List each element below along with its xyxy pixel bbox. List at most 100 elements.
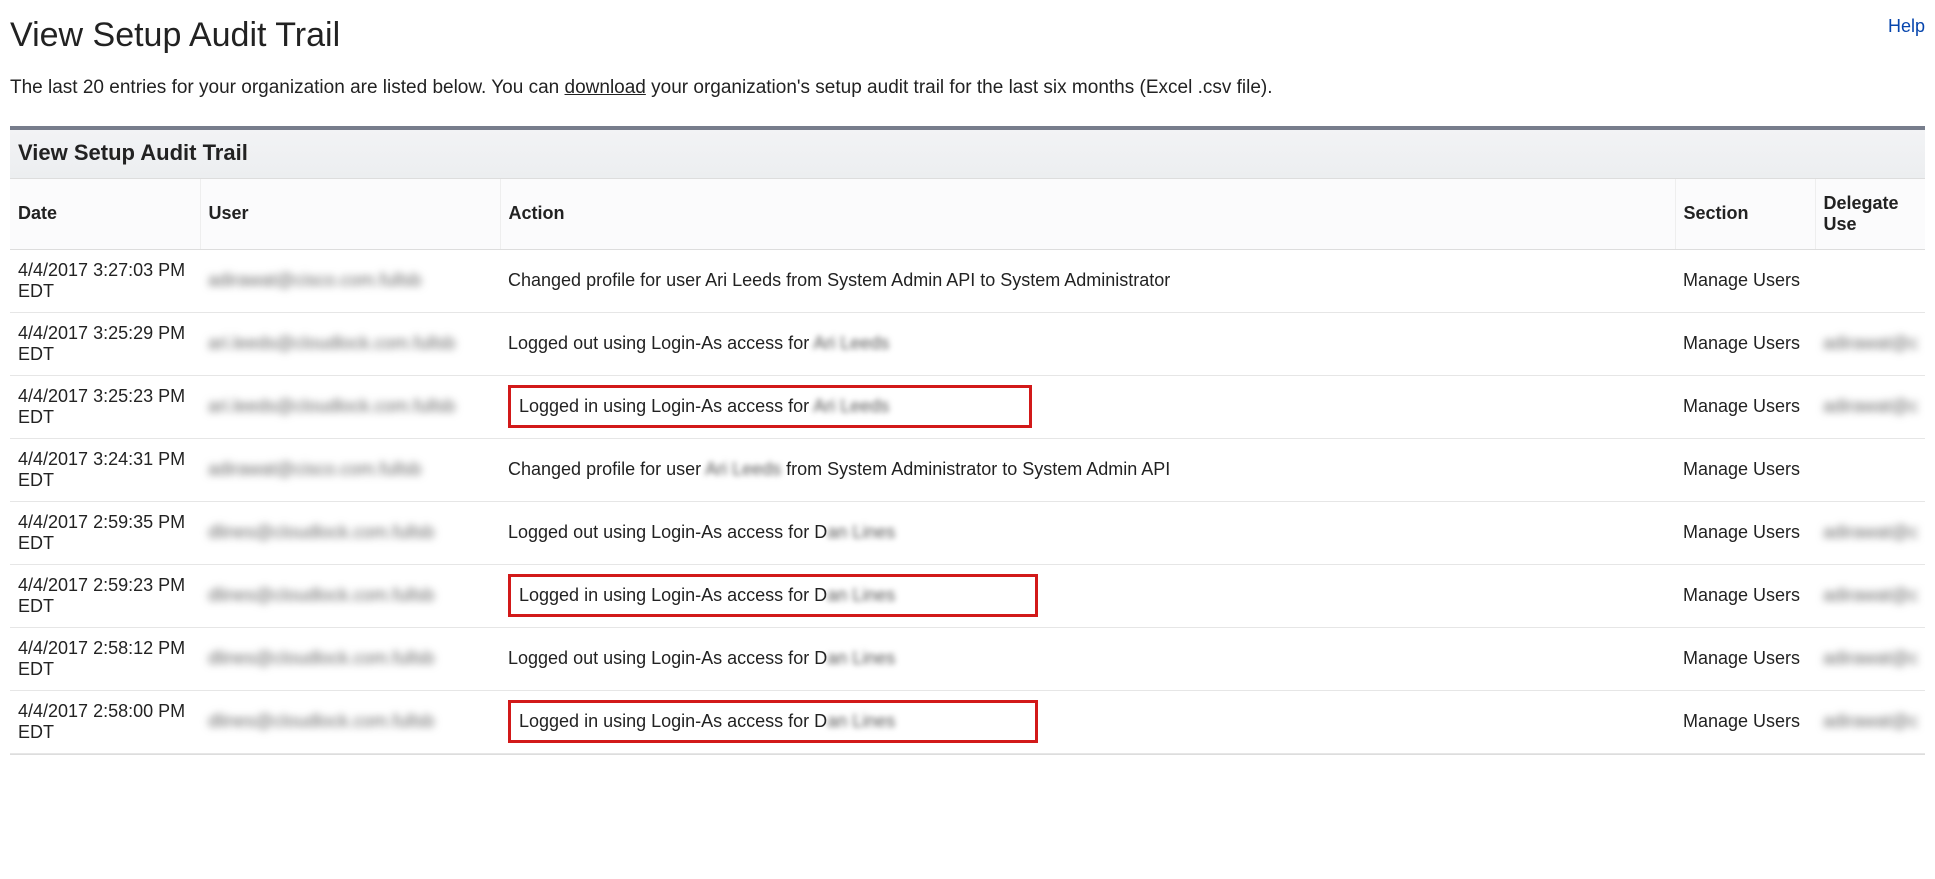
table-row: 4/4/2017 2:58:12 PM EDTdlines@cloudlock.… xyxy=(10,627,1925,690)
table-row: 4/4/2017 2:59:35 PM EDT dlines@cloudlock.… xyxy=(10,501,1925,564)
action-redacted: an Lines xyxy=(827,585,895,605)
cell-section: Manage Users xyxy=(1675,690,1815,753)
cell-date: 4/4/2017 2:59:23 PM EDT xyxy=(10,564,200,627)
action-text-wrap: Changed profile for user Ari Leeds from … xyxy=(508,270,1170,290)
action-redacted: Ari Leeds xyxy=(813,333,889,353)
user-redacted: ari.leeds@cloudlock.com.fullsb xyxy=(208,333,455,353)
cell-user: dlines@cloudlock.com.fullsb xyxy=(200,627,500,690)
cell-user: ari.leeds@cloudlock.com.fullsb xyxy=(200,312,500,375)
cell-action: Logged in using Login-As access for Dan … xyxy=(500,690,1675,753)
col-header-delegate: Delegate Use xyxy=(1815,179,1925,250)
action-text: Logged out using Login-As access for D xyxy=(508,648,827,668)
desc-post: your organization's setup audit trail fo… xyxy=(646,77,1273,98)
cell-section: Manage Users xyxy=(1675,249,1815,312)
download-link[interactable]: download xyxy=(565,77,646,98)
cell-section: Manage Users xyxy=(1675,438,1815,501)
cell-delegate: adirawat@c xyxy=(1815,627,1925,690)
help-link[interactable]: Help xyxy=(1888,16,1925,37)
cell-user: dlines@cloudlock.com.fullsb xyxy=(200,690,500,753)
action-highlight-box: Logged in using Login-As access for Dan … xyxy=(508,700,1038,743)
user-redacted: ari.leeds@cloudlock.com.fullsb xyxy=(208,396,455,416)
cell-delegate xyxy=(1815,249,1925,312)
cell-section: Manage Users xyxy=(1675,312,1815,375)
action-highlight-box: Logged in using Login-As access for Dan … xyxy=(508,574,1038,617)
cell-action: Logged out using Login-As access for Dan… xyxy=(500,627,1675,690)
action-text: Logged in using Login-As access for xyxy=(519,396,813,416)
cell-action: Changed profile for user Ari Leeds from … xyxy=(500,438,1675,501)
user-redacted: dlines@cloudlock.com.fullsb xyxy=(208,648,434,668)
cell-delegate: adirawat@c xyxy=(1815,375,1925,438)
action-redacted: an Lines xyxy=(827,711,895,731)
action-text-wrap: Logged out using Login-As access for Dan… xyxy=(508,648,895,668)
user-redacted: dlines@cloudlock.com.fullsb xyxy=(208,711,434,731)
cell-user: dlines@cloudlock.com.fullsb xyxy=(200,564,500,627)
table-row: 4/4/2017 3:25:23 PM EDT ari.leeds@cloudlo… xyxy=(10,375,1925,438)
table-row: 4/4/2017 3:27:03 PM EDT adirawat@cisco.co… xyxy=(10,249,1925,312)
action-redacted: an Lines xyxy=(827,522,895,542)
delegate-redacted: adirawat@c xyxy=(1823,711,1918,731)
delegate-redacted: adirawat@c xyxy=(1823,648,1918,668)
desc-pre: The last 20 entries for your organizatio… xyxy=(10,77,565,98)
action-text: Changed profile for user xyxy=(508,459,705,479)
page-description: The last 20 entries for your organizatio… xyxy=(10,75,1925,102)
cell-date: 4/4/2017 3:27:03 PM EDT xyxy=(10,249,200,312)
col-header-action: Action xyxy=(500,179,1675,250)
cell-user: ari.leeds@cloudlock.com.fullsb xyxy=(200,375,500,438)
action-text: Logged in using Login-As access for D xyxy=(519,711,827,731)
cell-action: Logged out using Login-As access for Dan… xyxy=(500,501,1675,564)
col-header-date: Date xyxy=(10,179,200,250)
cell-user: adirawat@cisco.com.fullsb xyxy=(200,438,500,501)
action-text: Logged out using Login-As access for D xyxy=(508,522,827,542)
action-text: Logged in using Login-As access for D xyxy=(519,585,827,605)
user-redacted: dlines@cloudlock.com.fullsb xyxy=(208,585,434,605)
delegate-redacted: adirawat@c xyxy=(1823,585,1918,605)
action-redacted: Ari Leeds xyxy=(705,459,781,479)
audit-table: Date User Action Section Delegate Use 4/… xyxy=(10,179,1925,754)
table-row: 4/4/2017 3:24:31 PM EDT adirawat@cisco.co… xyxy=(10,438,1925,501)
action-text: Changed profile for user Ari Leeds from … xyxy=(508,270,1170,290)
cell-action: Changed profile for user Ari Leeds from … xyxy=(500,249,1675,312)
col-header-user: User xyxy=(200,179,500,250)
action-text: Logged out using Login-As access for xyxy=(508,333,813,353)
audit-panel: View Setup Audit Trail Date User Action … xyxy=(10,126,1925,755)
cell-delegate: adirawat@c xyxy=(1815,564,1925,627)
cell-action: Logged out using Login-As access for Ari… xyxy=(500,312,1675,375)
cell-section: Manage Users xyxy=(1675,564,1815,627)
cell-delegate xyxy=(1815,438,1925,501)
cell-date: 4/4/2017 3:25:23 PM EDT xyxy=(10,375,200,438)
cell-date: 4/4/2017 2:58:00 PM EDT xyxy=(10,690,200,753)
action-text-wrap: Logged out using Login-As access for Dan… xyxy=(508,522,895,542)
user-redacted: adirawat@cisco.com.fullsb xyxy=(208,270,421,290)
col-header-section: Section xyxy=(1675,179,1815,250)
action-text-wrap: Changed profile for user Ari Leeds from … xyxy=(508,459,1170,479)
cell-action: Logged in using Login-As access for Ari … xyxy=(500,375,1675,438)
table-row: 4/4/2017 2:58:00 PM EDT dlines@cloudlock.… xyxy=(10,690,1925,753)
cell-delegate: adirawat@c xyxy=(1815,501,1925,564)
cell-user: dlines@cloudlock.com.fullsb xyxy=(200,501,500,564)
table-header-row: Date User Action Section Delegate Use xyxy=(10,179,1925,250)
delegate-redacted: adirawat@c xyxy=(1823,522,1918,542)
action-text-post: from System Administrator to System Admi… xyxy=(781,459,1170,479)
action-text-wrap: Logged out using Login-As access for Ari… xyxy=(508,333,889,353)
delegate-redacted: adirawat@c xyxy=(1823,396,1918,416)
user-redacted: adirawat@cisco.com.fullsb xyxy=(208,459,421,479)
cell-date: 4/4/2017 3:24:31 PM EDT xyxy=(10,438,200,501)
cell-delegate: adirawat@c xyxy=(1815,690,1925,753)
action-redacted: Ari Leeds xyxy=(813,396,889,416)
cell-delegate: adirawat@c xyxy=(1815,312,1925,375)
cell-section: Manage Users xyxy=(1675,375,1815,438)
cell-user: adirawat@cisco.com.fullsb xyxy=(200,249,500,312)
cell-section: Manage Users xyxy=(1675,627,1815,690)
panel-title: View Setup Audit Trail xyxy=(10,130,1925,179)
cell-section: Manage Users xyxy=(1675,501,1815,564)
cell-action: Logged in using Login-As access for Dan … xyxy=(500,564,1675,627)
cell-date: 4/4/2017 2:59:35 PM EDT xyxy=(10,501,200,564)
action-highlight-box: Logged in using Login-As access for Ari … xyxy=(508,385,1032,428)
cell-date: 4/4/2017 3:25:29 PM EDT xyxy=(10,312,200,375)
action-redacted: an Lines xyxy=(827,648,895,668)
table-row: 4/4/2017 2:59:23 PM EDT dlines@cloudlock.… xyxy=(10,564,1925,627)
table-row: 4/4/2017 3:25:29 PM EDT ari.leeds@cloudlo… xyxy=(10,312,1925,375)
page-title: View Setup Audit Trail xyxy=(10,16,340,55)
delegate-redacted: adirawat@c xyxy=(1823,333,1918,353)
user-redacted: dlines@cloudlock.com.fullsb xyxy=(208,522,434,542)
